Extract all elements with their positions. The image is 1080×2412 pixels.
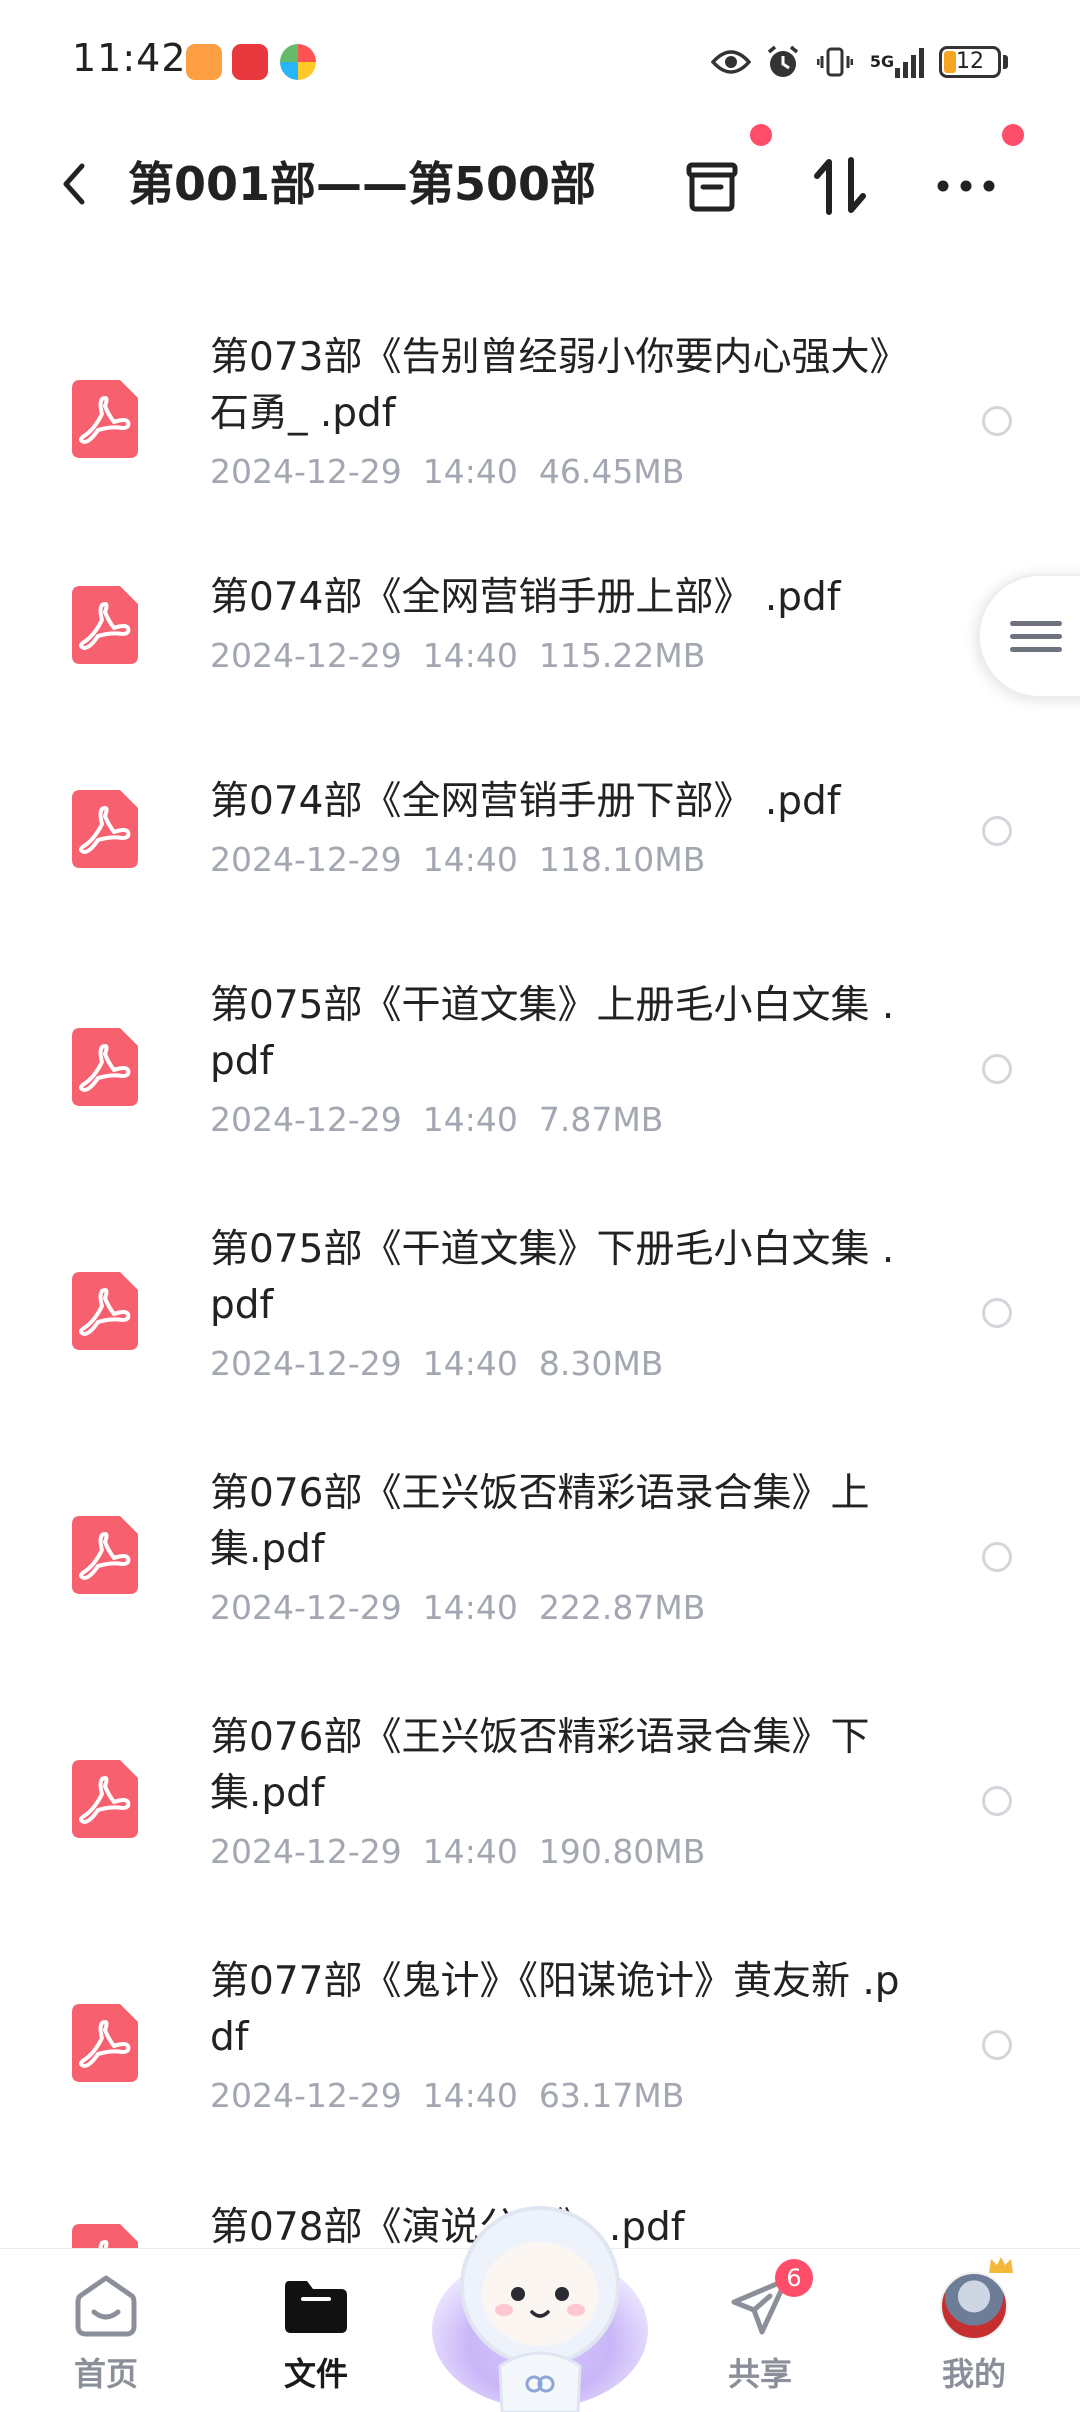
file-meta: 2024-12-29 14:40 222.87MB (210, 1588, 706, 1627)
assistant-mascot-button[interactable] (428, 2190, 652, 2412)
file-text: 第074部《全网营销手册下部》 .pdf 2024-12-29 14:40 11… (210, 774, 910, 882)
nav-share[interactable]: 6 共享 (690, 2259, 830, 2401)
nav-home-label: 首页 (73, 2355, 138, 2393)
signal-icon: 5G (867, 42, 927, 82)
nav-home[interactable]: 首页 (36, 2271, 176, 2401)
file-name: 第073部《告别曾经弱小你要内心强大》石勇_ .pdf (210, 335, 909, 436)
file-meta: 2024-12-29 14:40 63.17MB (210, 2076, 685, 2115)
file-name: 第074部《全网营销手册上部》 .pdf (210, 575, 841, 620)
file-row[interactable]: 第076部《王兴饭否精彩语录合集》上集.pdf 2024-12-29 14:40… (0, 1466, 1080, 1666)
notification-app-icon (186, 44, 222, 80)
pdf-file-icon (72, 1516, 138, 1594)
select-radio[interactable] (982, 406, 1012, 436)
header: 第001部——第500部 (0, 120, 1080, 250)
more-dots-icon (937, 180, 995, 192)
pdf-file-icon (72, 1028, 138, 1106)
file-name: 第077部《鬼计》《阳谋诡计》黄友新 .pdf (210, 1959, 900, 2060)
paper-plane-icon: 6 (725, 2259, 813, 2341)
file-row[interactable]: 第075部《干道文集》下册毛小白文集 .pdf 2024-12-29 14:40… (0, 1222, 1080, 1422)
select-radio[interactable] (982, 816, 1012, 846)
avatar (939, 2257, 1013, 2341)
file-text: 第075部《干道文集》上册毛小白文集 .pdf 2024-12-29 14:40… (210, 978, 910, 1142)
battery-level: 12 (956, 49, 984, 74)
nav-share-label: 共享 (727, 2355, 792, 2393)
file-meta: 2024-12-29 14:40 115.22MB (210, 636, 706, 675)
archive-button[interactable] (676, 150, 748, 222)
file-text: 第075部《干道文集》下册毛小白文集 .pdf 2024-12-29 14:40… (210, 1222, 910, 1386)
pdf-file-icon (72, 586, 138, 664)
file-row[interactable]: 第074部《全网营销手册上部》 .pdf 2024-12-29 14:40 11… (0, 570, 1080, 700)
sort-button[interactable] (804, 150, 876, 222)
file-meta: 2024-12-29 14:40 8.30MB (210, 1344, 664, 1383)
screen: 11:42 5G 12 第001部——第500部 第073部《告别曾经弱小你要内… (0, 0, 1080, 2412)
sort-arrows-icon (814, 157, 866, 215)
mascot-icon (432, 2206, 648, 2412)
file-name: 第076部《王兴饭否精彩语录合集》上集.pdf (210, 1471, 870, 1572)
network-type: 5G (869, 52, 895, 71)
file-row[interactable]: 第076部《王兴饭否精彩语录合集》下集.pdf 2024-12-29 14:40… (0, 1710, 1080, 1910)
nav-files[interactable]: 文件 (246, 2271, 386, 2401)
select-radio[interactable] (982, 1786, 1012, 1816)
archive-box-icon (686, 162, 738, 212)
file-text: 第073部《告别曾经弱小你要内心强大》石勇_ .pdf 2024-12-29 1… (210, 330, 910, 494)
pdf-file-icon (72, 790, 138, 868)
file-text: 第074部《全网营销手册上部》 .pdf 2024-12-29 14:40 11… (210, 570, 910, 678)
select-radio[interactable] (982, 1542, 1012, 1572)
nav-mine-label: 我的 (941, 2355, 1006, 2393)
file-list[interactable]: 第073部《告别曾经弱小你要内心强大》石勇_ .pdf 2024-12-29 1… (0, 250, 1080, 2248)
nav-mine[interactable]: 我的 (904, 2257, 1044, 2401)
back-button[interactable] (44, 154, 104, 214)
eye-icon (711, 42, 751, 82)
file-meta: 2024-12-29 14:40 7.87MB (210, 1100, 664, 1139)
file-row[interactable]: 第074部《全网营销手册下部》 .pdf 2024-12-29 14:40 11… (0, 774, 1080, 904)
file-name: 第075部《干道文集》上册毛小白文集 .pdf (210, 983, 895, 1084)
home-face-icon (71, 2271, 141, 2341)
crown-icon (989, 2257, 1013, 2273)
vibrate-icon (815, 42, 855, 82)
file-meta: 2024-12-29 14:40 118.10MB (210, 840, 706, 879)
notification-app-icon (232, 44, 268, 80)
file-row[interactable]: 第075部《干道文集》上册毛小白文集 .pdf 2024-12-29 14:40… (0, 978, 1080, 1178)
pdf-file-icon (72, 2004, 138, 2082)
file-text: 第077部《鬼计》《阳谋诡计》黄友新 .pdf 2024-12-29 14:40… (210, 1954, 910, 2118)
status-time: 11:42 (72, 36, 187, 80)
status-bar: 11:42 5G 12 (0, 0, 1080, 120)
page-title: 第001部——第500部 (128, 157, 597, 211)
alarm-icon (763, 42, 803, 82)
pdf-file-icon (72, 1272, 138, 1350)
select-radio[interactable] (982, 1054, 1012, 1084)
share-badge: 6 (775, 2259, 813, 2297)
avatar-image (940, 2272, 1008, 2340)
file-name: 第075部《干道文集》下册毛小白文集 .pdf (210, 1227, 895, 1328)
more-notification-dot (1002, 124, 1024, 146)
more-button[interactable] (930, 150, 1002, 222)
select-radio[interactable] (982, 1298, 1012, 1328)
file-meta: 2024-12-29 14:40 190.80MB (210, 1832, 706, 1871)
chevron-left-icon (63, 163, 85, 205)
file-meta: 2024-12-29 14:40 46.45MB (210, 452, 685, 491)
file-row[interactable]: 第077部《鬼计》《阳谋诡计》黄友新 .pdf 2024-12-29 14:40… (0, 1954, 1080, 2154)
folder-icon (281, 2271, 351, 2341)
file-name: 第074部《全网营销手册下部》 .pdf (210, 779, 841, 824)
pdf-file-icon (72, 2224, 138, 2248)
archive-notification-dot (750, 124, 772, 146)
nav-files-label: 文件 (283, 2355, 348, 2393)
file-name: 第076部《王兴饭否精彩语录合集》下集.pdf (210, 1715, 870, 1816)
notification-app-icon (280, 44, 316, 80)
file-text: 第076部《王兴饭否精彩语录合集》上集.pdf 2024-12-29 14:40… (210, 1466, 910, 1630)
status-icons: 5G 12 (711, 40, 1008, 84)
pdf-file-icon (72, 1760, 138, 1838)
file-text: 第076部《王兴饭否精彩语录合集》下集.pdf 2024-12-29 14:40… (210, 1710, 910, 1874)
battery-tip (1003, 55, 1008, 69)
pdf-file-icon (72, 380, 138, 458)
menu-lines-icon (1010, 613, 1062, 660)
file-row[interactable]: 第073部《告别曾经弱小你要内心强大》石勇_ .pdf 2024-12-29 1… (0, 330, 1080, 530)
select-radio[interactable] (982, 2030, 1012, 2060)
battery-icon: 12 (939, 46, 1001, 78)
